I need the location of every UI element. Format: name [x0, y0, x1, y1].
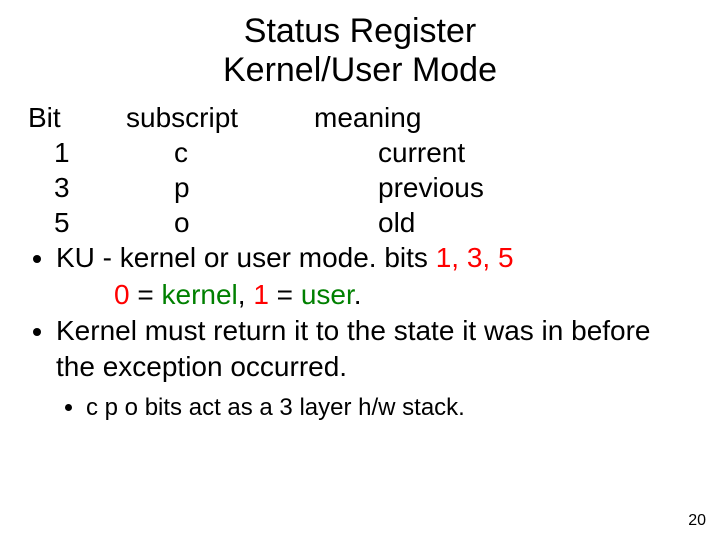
kernel-eq1: = — [130, 279, 162, 310]
user-one: 1 — [253, 279, 269, 310]
slide-body: Bit subscript meaning 1 c current 3 p pr… — [28, 100, 692, 423]
title-line-2: Kernel/User Mode — [223, 51, 497, 89]
subscript-cell: o — [126, 205, 314, 240]
slide: Status Register Kernel/User Mode Bit sub… — [0, 0, 720, 540]
kernel-zero: 0 — [114, 279, 130, 310]
kernel-word: kernel — [162, 279, 238, 310]
bullet-ku-bit-1: 1 — [436, 242, 452, 273]
bit-table-header-meaning: meaning — [314, 100, 484, 135]
meaning-cell: old — [314, 205, 484, 240]
bullet-ku-bit-5: 5 — [498, 242, 514, 273]
table-row: 1 c current — [28, 135, 484, 170]
bullet-return-state-text: Kernel must return it to the state it wa… — [56, 315, 651, 382]
kernel-comma: , — [238, 279, 254, 310]
page-number: 20 — [688, 512, 706, 530]
sub-bullet-cpo-text: c p o bits act as a 3 layer h/w stack. — [86, 394, 465, 421]
bit-cell: 3 — [28, 170, 126, 205]
title-line-1: Status Register — [244, 12, 476, 50]
bullet-list: KU - kernel or user mode. bits 1, 3, 5 0… — [28, 240, 692, 386]
bullet-ku-comma-1: , — [451, 242, 459, 273]
bullet-ku-bit-3: 3 — [467, 242, 483, 273]
table-row: 5 o old — [28, 205, 484, 240]
sub-bullet-cpo: c p o bits act as a 3 layer h/w stack. — [86, 392, 692, 423]
bit-table: Bit subscript meaning 1 c current 3 p pr… — [28, 100, 484, 240]
bit-cell: 1 — [28, 135, 126, 170]
user-eq2: = — [269, 279, 301, 310]
subscript-cell: c — [126, 135, 314, 170]
bit-table-header-row: Bit subscript meaning — [28, 100, 484, 135]
table-row: 3 p previous — [28, 170, 484, 205]
meaning-cell: current — [314, 135, 484, 170]
subscript-cell: p — [126, 170, 314, 205]
user-period: . — [354, 279, 362, 310]
user-word: user — [301, 279, 354, 310]
bullet-ku-line2: 0 = kernel, 1 = user. — [56, 277, 692, 313]
bullet-ku: KU - kernel or user mode. bits 1, 3, 5 0… — [56, 240, 692, 313]
bit-cell: 5 — [28, 205, 126, 240]
bit-table-header-subscript: subscript — [126, 100, 314, 135]
bullet-ku-text: KU - kernel or user mode. bits — [56, 242, 436, 273]
bullet-return-state: Kernel must return it to the state it wa… — [56, 313, 692, 386]
slide-title: Status Register Kernel/User Mode — [28, 12, 692, 90]
bit-table-header-bit: Bit — [28, 100, 126, 135]
sub-bullet-list: c p o bits act as a 3 layer h/w stack. — [28, 392, 692, 423]
meaning-cell: previous — [314, 170, 484, 205]
